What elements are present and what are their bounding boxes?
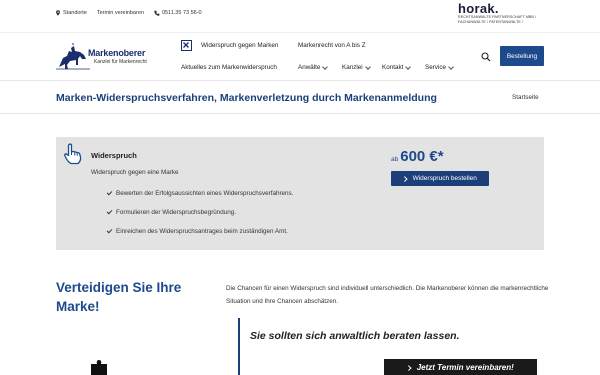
firm-logo[interactable]: horak. RECHTSANWÄLTE PARTNERSCHAFT MBB /… <box>458 2 568 25</box>
appointment-cta-label: Jetzt Termin vereinbaren! <box>416 363 514 372</box>
breadcrumb-home[interactable]: Startseite <box>512 94 539 101</box>
section-paragraph: Die Chancen für einen Widerspruch sind i… <box>226 285 549 305</box>
feature-text: Einreichen des Widerspruchsantrages beim… <box>116 228 288 235</box>
knight-horse-icon <box>56 43 90 70</box>
feature-item: Bewerten der Erfolgsaussichten eines Wid… <box>106 189 294 197</box>
chevron-right-icon <box>406 365 412 370</box>
top-bar: Standorte Termin vereinbaren 0511.35 73 … <box>0 0 600 32</box>
nav-service-label: Service <box>425 64 446 71</box>
page-title: Marken-Widerspruchsverfahren, Markenverl… <box>56 92 437 104</box>
checkmark-icon <box>106 227 113 234</box>
locations-link[interactable]: Standorte <box>55 10 87 16</box>
chevron-down-icon <box>364 63 371 70</box>
chevron-right-icon <box>402 176 408 181</box>
offer-panel: Widerspruch Widerspruch gegen eine Marke… <box>56 137 544 250</box>
firm-tagline-2: FACHANWÄLTE / PATENTANWÄLTE / <box>458 20 524 24</box>
firm-logo-text: horak. <box>458 1 499 16</box>
search-icon[interactable] <box>481 52 491 62</box>
chevron-down-icon <box>448 63 454 70</box>
map-pin-icon <box>56 10 60 16</box>
checkmark-icon <box>106 208 113 215</box>
section-heading: Verteidigen Sie Ihre Marke! <box>56 280 182 314</box>
price-prefix: ab <box>391 156 399 163</box>
nav-anwaelte-label: Anwälte <box>298 64 321 71</box>
title-bar: Marken-Widerspruchsverfahren, Markenverl… <box>0 80 600 114</box>
nav-widerspruch[interactable]: Widerspruch gegen Marken <box>201 42 278 49</box>
offer-title: Widerspruch <box>91 151 137 160</box>
order-objection-button[interactable]: Widerspruch bestellen <box>391 171 489 186</box>
feature-text: Bewerten der Erfolgsaussichten eines Wid… <box>116 190 294 197</box>
locations-label: Standorte <box>63 10 87 16</box>
brand-subtitle: Kanzlei für Markenrecht <box>94 59 147 65</box>
price-value: 600 €* <box>400 148 444 165</box>
offer-description: Widerspruch gegen eine Marke <box>91 169 179 176</box>
puzzle-icon <box>91 360 107 375</box>
widerspruch-icon[interactable] <box>181 40 192 51</box>
chevron-down-icon <box>322 63 329 70</box>
brand-logo[interactable]: Markenoberer Kanzlei für Markenrecht <box>56 43 166 71</box>
quote-text: Sie sollten sich anwaltlich beraten lass… <box>250 330 460 342</box>
nav-aktuelles-label: Aktuelles zum Markenwiderspruch <box>181 64 277 71</box>
nav-markenrecht-a-z[interactable]: Markenrecht von A bis Z <box>298 42 366 49</box>
brand-name: Markenoberer <box>88 48 146 58</box>
feature-item: Formulieren der Widerspruchsbegründung. <box>106 208 237 216</box>
phone-number: 0511.35 73 56-0 <box>161 10 202 16</box>
nav-kontakt[interactable]: Kontakt <box>382 63 412 71</box>
nav-kanzlei[interactable]: Kanzlei <box>342 63 371 71</box>
chevron-down-icon <box>405 63 412 70</box>
appointment-link[interactable]: Termin vereinbaren <box>97 10 144 16</box>
nav-kontakt-label: Kontakt <box>382 64 404 71</box>
feature-item: Einreichen des Widerspruchsantrages beim… <box>106 227 288 235</box>
order-button[interactable]: Bestellung <box>500 46 544 66</box>
feature-text: Formulieren der Widerspruchsbegründung. <box>116 209 237 216</box>
price: ab 600 €* <box>391 148 444 165</box>
main-header: Markenoberer Kanzlei für Markenrecht Wid… <box>0 32 600 80</box>
top-links: Standorte Termin vereinbaren 0511.35 73 … <box>55 10 202 16</box>
phone-icon <box>154 10 160 16</box>
nav-aktuelles[interactable]: Aktuelles zum Markenwiderspruch <box>181 64 277 71</box>
nav-service[interactable]: Service <box>425 63 454 71</box>
nav-kanzlei-label: Kanzlei <box>342 64 363 71</box>
appointment-cta-button[interactable]: Jetzt Termin vereinbaren! <box>384 359 537 375</box>
pointing-hand-icon <box>64 143 82 165</box>
order-objection-label: Widerspruch bestellen <box>412 175 477 182</box>
nav-anwaelte[interactable]: Anwälte <box>298 63 329 71</box>
phone-link[interactable]: 0511.35 73 56-0 <box>154 10 202 16</box>
checkmark-icon <box>106 189 113 196</box>
